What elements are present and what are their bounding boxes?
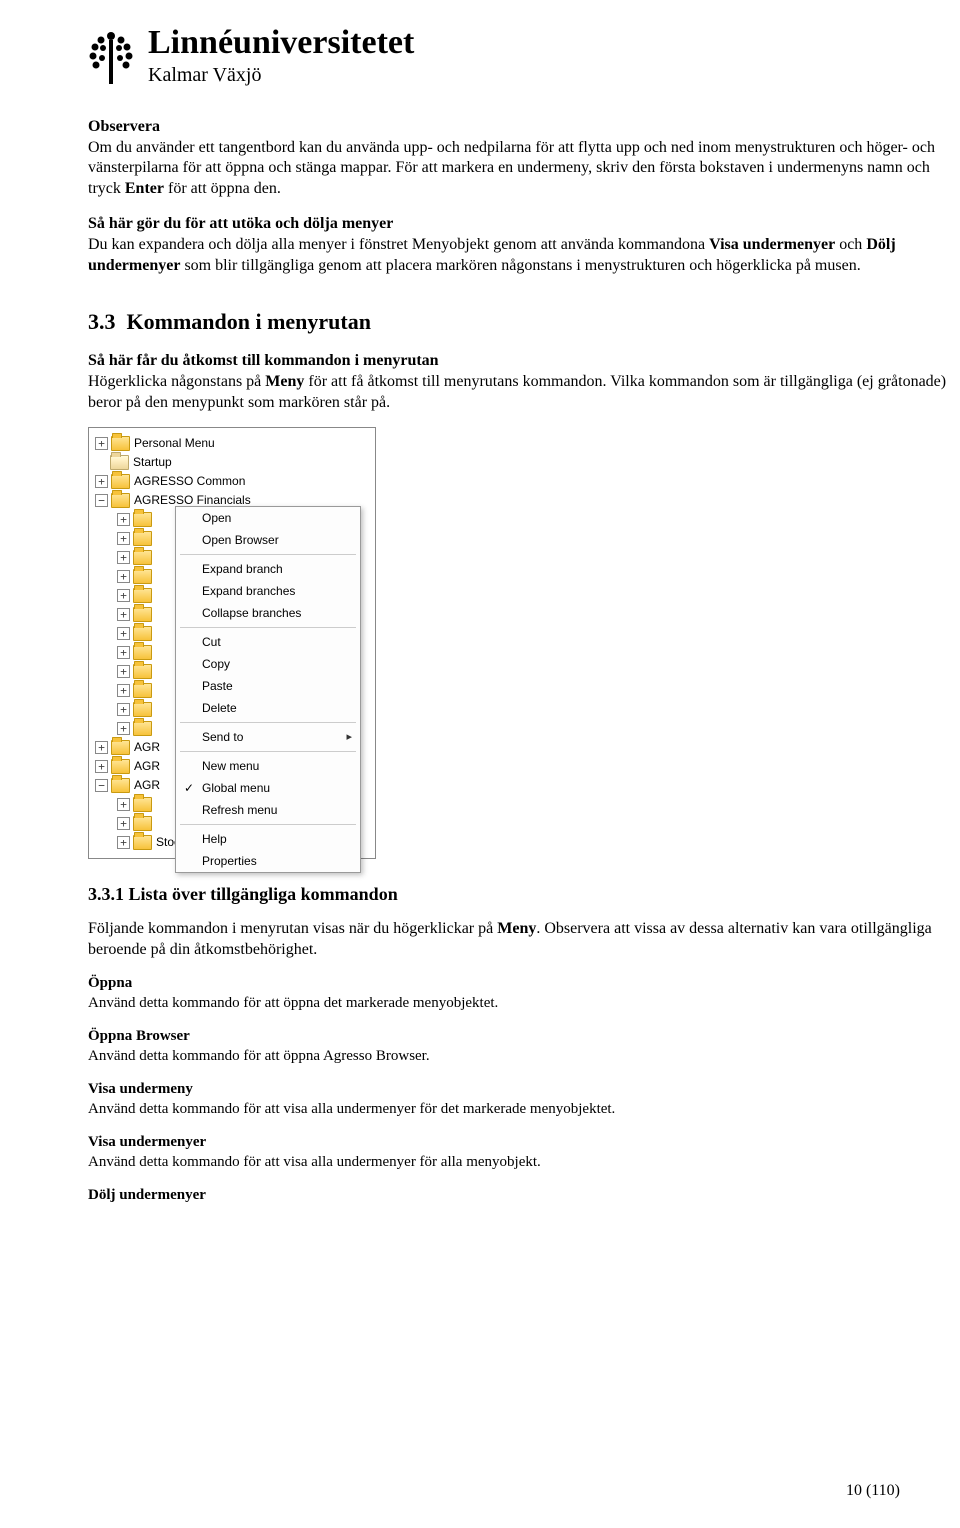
command-name: Öppna Browser [88,1027,958,1047]
expand-icon[interactable] [117,570,130,583]
context-menu-separator [180,627,356,628]
expand-icon[interactable] [117,627,130,640]
sec331-intro: Följande kommandon i menyrutan visas när… [88,919,958,961]
folder-icon [133,816,152,831]
command-name: Dölj undermenyer [88,1186,958,1206]
folder-icon [133,531,152,546]
expand-icon[interactable] [117,836,130,849]
sec33-access-block: Så här får du åtkomst till kommandon i m… [88,351,958,413]
expand-icon[interactable] [117,608,130,621]
expand-icon[interactable] [117,703,130,716]
tree-item[interactable]: AGRESSO Common [95,472,375,491]
expand-icon[interactable] [95,475,108,488]
tree-item-label: AGRESSO Common [134,474,245,490]
university-subtitle: Kalmar Växjö [148,62,414,88]
folder-icon [133,645,152,660]
university-logo-icon [88,30,134,91]
context-menu-separator [180,554,356,555]
expand-icon[interactable] [117,513,130,526]
context-menu-item[interactable]: Expand branch [176,558,360,580]
context-menu-item[interactable]: Open [176,507,360,529]
context-menu-item[interactable]: New menu [176,755,360,777]
folder-icon [111,474,130,489]
expand-icon[interactable] [117,551,130,564]
university-name: Linnéuniversitetet [148,26,414,60]
context-menu-item[interactable]: Cut [176,631,360,653]
collapse-icon[interactable] [95,494,108,507]
folder-icon [133,588,152,603]
context-menu-item[interactable]: Expand branches [176,580,360,602]
folder-icon [133,835,152,850]
folder-icon [111,740,130,755]
folder-icon [111,759,130,774]
collapse-icon[interactable] [95,779,108,792]
observera-heading: Observera [88,118,160,135]
tree-item-label: AGR [134,778,160,794]
folder-icon [133,512,152,527]
folder-icon [111,436,130,451]
expand-icon[interactable] [95,760,108,773]
expand-icon[interactable] [117,684,130,697]
context-menu-item[interactable]: Paste [176,675,360,697]
folder-icon [133,550,152,565]
context-menu-item[interactable]: Properties [176,850,360,872]
context-menu: OpenOpen Browser Expand branchExpand bran… [175,506,361,873]
folder-icon [133,607,152,622]
context-menu-item[interactable]: Help [176,828,360,850]
folder-icon [111,493,130,508]
section-3-3-1-heading: 3.3.1 Lista över tillgängliga kommandon [88,883,958,906]
utoka-heading: Så här gör du för att utöka och dölja me… [88,215,393,232]
folder-icon [111,778,130,793]
tree-item-label: Startup [133,455,172,471]
command-name: Öppna [88,974,958,994]
context-menu-item[interactable]: Copy [176,653,360,675]
menu-screenshot: Personal MenuStartupAGRESSO CommonAGRESS… [88,427,376,859]
folder-icon [133,569,152,584]
expand-icon[interactable] [95,437,108,450]
folder-icon [133,797,152,812]
context-menu-item[interactable]: Send to [176,726,360,748]
tree-item[interactable]: Personal Menu [95,434,375,453]
utoka-block: Så här gör du för att utöka och dölja me… [88,214,958,276]
expand-icon[interactable] [95,741,108,754]
expand-icon[interactable] [117,798,130,811]
tree-item-label: AGR [134,740,160,756]
folder-icon [133,683,152,698]
command-description: Använd detta kommando för att öppna det … [88,994,958,1014]
folder-icon [133,664,152,679]
tree-item[interactable]: Startup [95,453,375,472]
context-menu-item[interactable]: Collapse branches [176,602,360,624]
folder-icon [133,626,152,641]
expand-icon[interactable] [117,532,130,545]
tree-item-label: AGR [134,759,160,775]
command-description: Använd detta kommando för att visa alla … [88,1153,958,1173]
page-number: 10 (110) [846,1481,900,1502]
command-description: Använd detta kommando för att öppna Agre… [88,1047,958,1067]
expand-icon[interactable] [117,646,130,659]
context-menu-item[interactable]: Refresh menu [176,799,360,821]
expand-icon[interactable] [117,722,130,735]
observera-block: Observera Om du använder ett tangentbord… [88,117,958,200]
context-menu-item[interactable]: Global menu [176,777,360,799]
section-3-3-heading: 3.3 Kommandon i menyrutan [88,308,958,337]
expand-icon[interactable] [117,589,130,602]
context-menu-separator [180,722,356,723]
context-menu-separator [180,751,356,752]
command-description: Använd detta kommando för att visa alla … [88,1100,958,1120]
context-menu-item[interactable]: Open Browser [176,529,360,551]
tree-item-label: Personal Menu [134,436,215,452]
context-menu-item[interactable]: Delete [176,697,360,719]
expand-icon[interactable] [117,665,130,678]
command-name: Visa undermeny [88,1080,958,1100]
folder-icon [133,721,152,736]
page-header: Linnéuniversitetet Kalmar Växjö [88,26,960,91]
context-menu-separator [180,824,356,825]
command-list: ÖppnaAnvänd detta kommando för att öppna… [88,974,958,1206]
command-name: Visa undermenyer [88,1133,958,1153]
folder-icon [110,455,129,470]
expand-icon[interactable] [117,817,130,830]
folder-icon [133,702,152,717]
